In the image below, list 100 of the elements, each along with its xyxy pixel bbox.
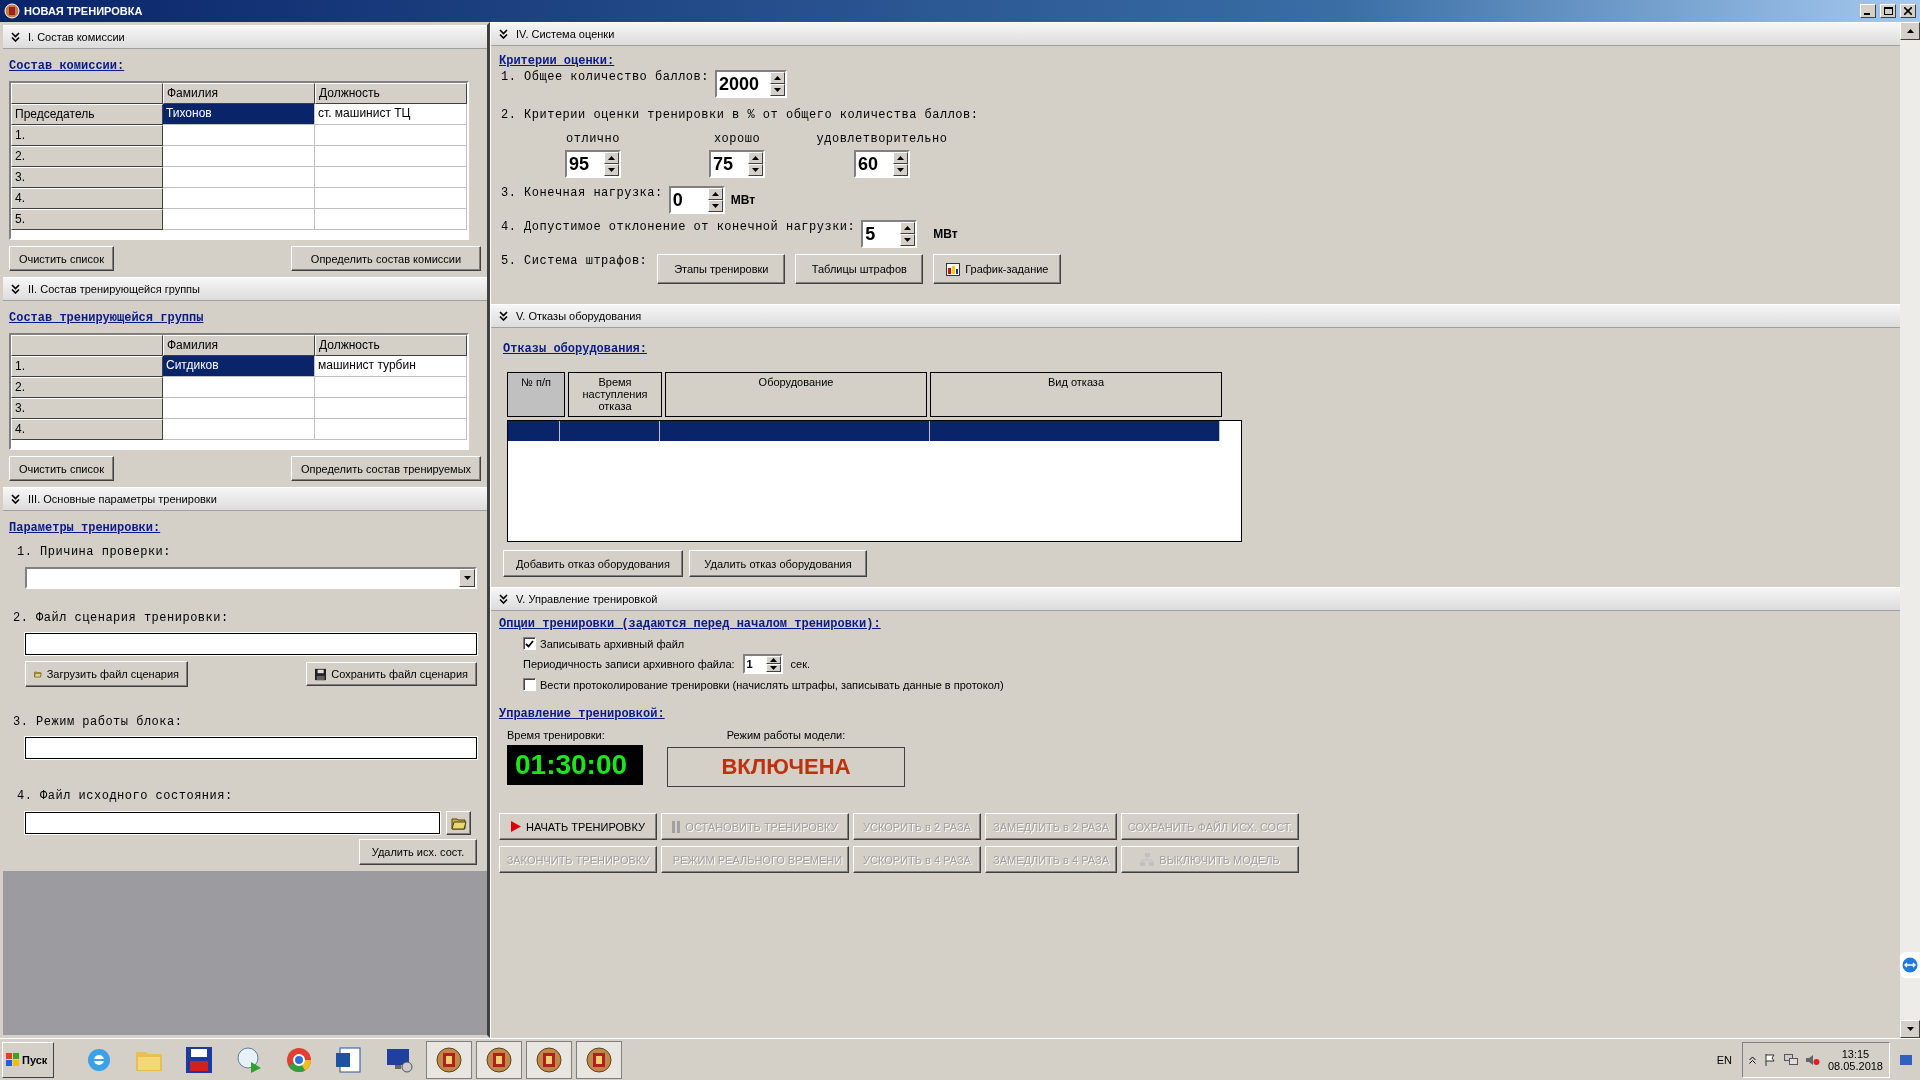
spin-up-button[interactable] [893, 152, 908, 164]
spin-up-button[interactable] [748, 152, 763, 164]
down-arrow-icon [769, 666, 777, 670]
table-header-cell: № п/п [507, 372, 565, 417]
spin-down-button[interactable] [893, 164, 908, 176]
penalty-button[interactable]: График-задание [933, 254, 1062, 284]
add-failure-button[interactable]: Добавить отказ оборудования [503, 550, 683, 577]
start-button[interactable]: Пуск [2, 1041, 54, 1078]
table-cell[interactable] [315, 146, 467, 167]
table-cell[interactable] [315, 398, 467, 419]
field-label: 3. Режим работы блока: [13, 715, 183, 729]
section-header[interactable]: V. Отказы оборудования [491, 304, 1900, 328]
reason-dropdown[interactable] [25, 567, 477, 589]
checkbox-label: Записывать архивный файл [540, 637, 685, 650]
spin-box[interactable]: 0 [668, 186, 725, 214]
table-cell[interactable] [315, 188, 467, 209]
spin-up-button[interactable] [765, 656, 781, 664]
table-cell[interactable] [163, 398, 315, 419]
save-scenario-button[interactable]: Сохранить файл сценария [306, 662, 477, 686]
table-header-cell: Фамилия [163, 335, 315, 356]
table-header-cell: Оборудование [665, 372, 927, 417]
table-cell[interactable] [508, 421, 560, 441]
row-header-cell: 1. [11, 356, 163, 377]
time-label: Время тренировки: [507, 729, 606, 741]
taskbar-app-button[interactable] [526, 1040, 572, 1079]
table-cell[interactable]: Ситдиков [163, 356, 315, 377]
spin-box[interactable]: 1 [742, 654, 783, 674]
table-cell[interactable]: машинист турбин [315, 356, 467, 377]
spin-up-button[interactable] [604, 152, 619, 164]
table-cell[interactable]: ст. машинист ТЦ [315, 104, 467, 125]
checkbox[interactable] [523, 637, 536, 650]
unit-label: сек. [790, 658, 811, 670]
spin-down-button[interactable] [604, 164, 619, 176]
chevron-up-icon [1748, 1055, 1756, 1064]
unit-mode-field[interactable] [25, 737, 477, 759]
table-cell[interactable] [163, 146, 315, 167]
spin-box[interactable]: 95 [565, 150, 621, 178]
section-header[interactable]: I. Состав комиссии [3, 25, 487, 49]
table-cell[interactable] [660, 421, 930, 441]
table-cell[interactable] [315, 167, 467, 188]
delete-state-button[interactable]: Удалить исх. сост. [359, 839, 477, 865]
clock-time: 13:15 [1841, 1047, 1870, 1060]
section-heading: Критерии оценки: [499, 54, 615, 68]
define-button[interactable]: Определить состав комиссии [291, 246, 481, 271]
table-cell[interactable]: Тихонов [163, 104, 315, 125]
timer-display: 01:30:00 [507, 745, 643, 785]
section-header[interactable]: II. Состав тренирующейся группы [3, 277, 487, 301]
table-cell[interactable] [163, 188, 315, 209]
spin-down-button[interactable] [900, 234, 916, 246]
table-cell[interactable] [163, 167, 315, 188]
table-cell[interactable] [560, 421, 660, 441]
table-cell[interactable] [315, 209, 467, 230]
clear-list-button[interactable]: Очистить список [9, 246, 114, 271]
table-header-cell: Вид отказа [930, 372, 1222, 417]
taskbar-app-button[interactable] [476, 1040, 522, 1079]
spin-down-button[interactable] [707, 200, 723, 212]
spin-down-button[interactable] [769, 84, 785, 96]
section-header[interactable]: V. Управление тренировкой [491, 587, 1900, 611]
checkmark-icon [525, 639, 534, 648]
close-button[interactable] [1900, 4, 1916, 18]
table-cell[interactable] [315, 377, 467, 398]
maximize-button[interactable] [1880, 4, 1896, 18]
load-scenario-button[interactable]: Загрузить файл сценария [25, 661, 188, 687]
taskbar-app-button[interactable] [426, 1040, 472, 1079]
media-player-icon [235, 1045, 263, 1074]
app-icon [535, 1045, 563, 1074]
section-header[interactable]: IV. Система оценки [491, 22, 1900, 46]
dropdown-button[interactable] [459, 569, 475, 587]
minimize-button[interactable] [1860, 4, 1876, 18]
table-cell[interactable] [163, 125, 315, 146]
browse-button[interactable] [446, 811, 471, 835]
spin-down-button[interactable] [765, 664, 781, 672]
initial-state-field[interactable] [25, 812, 440, 834]
spin-up-button[interactable] [900, 222, 916, 234]
define-button[interactable]: Определить состав тренируемых [291, 456, 481, 481]
spin-box[interactable]: 75 [709, 150, 765, 178]
spin-up-button[interactable] [707, 188, 723, 200]
clear-list-button[interactable]: Очистить список [9, 456, 114, 481]
table-cell[interactable] [163, 377, 315, 398]
table-cell[interactable] [930, 421, 1220, 441]
table-cell[interactable] [315, 419, 467, 440]
delete-failure-button[interactable]: Удалить отказ оборудования [689, 550, 867, 577]
show-desktop-icon [1900, 1053, 1912, 1066]
section-header[interactable]: III. Основные параметры тренировки [3, 487, 487, 511]
spin-down-button[interactable] [748, 164, 763, 176]
spin-box[interactable]: 5 [861, 220, 918, 248]
scroll-up-button[interactable] [1900, 22, 1920, 40]
table-cell[interactable] [315, 125, 467, 146]
scenario-file-field[interactable] [25, 633, 477, 655]
spin-up-button[interactable] [769, 72, 785, 84]
action-button[interactable]: НАЧАТЬ ТРЕНИРОВКУ [499, 813, 657, 840]
taskbar-app-button[interactable] [576, 1040, 622, 1079]
scroll-down-button[interactable] [1900, 1020, 1920, 1038]
checkbox[interactable] [523, 678, 536, 691]
table-cell[interactable] [163, 419, 315, 440]
penalty-button[interactable]: Этапы тренировки [657, 254, 786, 284]
penalty-button[interactable]: Таблицы штрафов [795, 254, 924, 284]
table-cell[interactable] [163, 209, 315, 230]
spin-box[interactable]: 60 [854, 150, 910, 178]
spin-box[interactable]: 2000 [714, 70, 787, 98]
